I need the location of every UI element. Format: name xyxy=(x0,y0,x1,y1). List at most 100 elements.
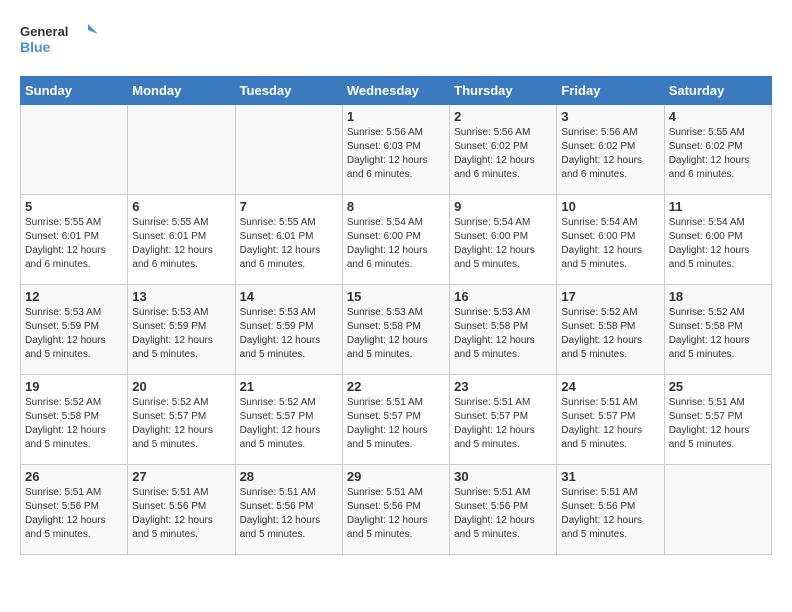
day-number: 9 xyxy=(454,199,552,214)
calendar-cell: 7 Sunrise: 5:55 AM Sunset: 6:01 PM Daylig… xyxy=(235,195,342,285)
day-number: 13 xyxy=(132,289,230,304)
calendar-cell: 19 Sunrise: 5:52 AM Sunset: 5:58 PM Dayli… xyxy=(21,375,128,465)
day-number: 27 xyxy=(132,469,230,484)
calendar-cell: 14 Sunrise: 5:53 AM Sunset: 5:59 PM Dayli… xyxy=(235,285,342,375)
calendar-cell: 2 Sunrise: 5:56 AM Sunset: 6:02 PM Daylig… xyxy=(450,105,557,195)
day-info: Sunrise: 5:53 AM Sunset: 5:59 PM Dayligh… xyxy=(25,306,123,362)
day-number: 24 xyxy=(561,379,659,394)
week-row-1: 5 Sunrise: 5:55 AM Sunset: 6:01 PM Daylig… xyxy=(21,195,772,285)
day-info: Sunrise: 5:51 AM Sunset: 5:56 PM Dayligh… xyxy=(25,486,123,542)
calendar-cell: 30 Sunrise: 5:51 AM Sunset: 5:56 PM Dayli… xyxy=(450,465,557,555)
day-number: 20 xyxy=(132,379,230,394)
calendar-cell: 27 Sunrise: 5:51 AM Sunset: 5:56 PM Dayli… xyxy=(128,465,235,555)
day-info: Sunrise: 5:52 AM Sunset: 5:58 PM Dayligh… xyxy=(561,306,659,362)
day-info: Sunrise: 5:51 AM Sunset: 5:56 PM Dayligh… xyxy=(561,486,659,542)
calendar-cell: 4 Sunrise: 5:55 AM Sunset: 6:02 PM Daylig… xyxy=(664,105,771,195)
day-info: Sunrise: 5:54 AM Sunset: 6:00 PM Dayligh… xyxy=(347,216,445,272)
calendar-cell: 26 Sunrise: 5:51 AM Sunset: 5:56 PM Dayli… xyxy=(21,465,128,555)
day-number: 30 xyxy=(454,469,552,484)
day-info: Sunrise: 5:52 AM Sunset: 5:58 PM Dayligh… xyxy=(25,396,123,452)
calendar-cell: 24 Sunrise: 5:51 AM Sunset: 5:57 PM Dayli… xyxy=(557,375,664,465)
calendar-table: SundayMondayTuesdayWednesdayThursdayFrid… xyxy=(20,76,772,555)
day-info: Sunrise: 5:51 AM Sunset: 5:57 PM Dayligh… xyxy=(347,396,445,452)
day-number: 14 xyxy=(240,289,338,304)
calendar-cell: 16 Sunrise: 5:53 AM Sunset: 5:58 PM Dayli… xyxy=(450,285,557,375)
day-number: 15 xyxy=(347,289,445,304)
day-info: Sunrise: 5:53 AM Sunset: 5:58 PM Dayligh… xyxy=(347,306,445,362)
week-row-3: 19 Sunrise: 5:52 AM Sunset: 5:58 PM Dayli… xyxy=(21,375,772,465)
day-info: Sunrise: 5:51 AM Sunset: 5:56 PM Dayligh… xyxy=(240,486,338,542)
col-header-monday: Monday xyxy=(128,77,235,105)
calendar-cell: 11 Sunrise: 5:54 AM Sunset: 6:00 PM Dayli… xyxy=(664,195,771,285)
day-info: Sunrise: 5:55 AM Sunset: 6:01 PM Dayligh… xyxy=(132,216,230,272)
calendar-cell: 21 Sunrise: 5:52 AM Sunset: 5:57 PM Dayli… xyxy=(235,375,342,465)
day-info: Sunrise: 5:51 AM Sunset: 5:57 PM Dayligh… xyxy=(454,396,552,452)
week-row-2: 12 Sunrise: 5:53 AM Sunset: 5:59 PM Dayli… xyxy=(21,285,772,375)
day-number: 16 xyxy=(454,289,552,304)
calendar-cell: 22Sunrise: 5:51 AM Sunset: 5:57 PM Dayli… xyxy=(342,375,449,465)
day-info: Sunrise: 5:54 AM Sunset: 6:00 PM Dayligh… xyxy=(454,216,552,272)
day-info: Sunrise: 5:51 AM Sunset: 5:56 PM Dayligh… xyxy=(132,486,230,542)
day-info: Sunrise: 5:56 AM Sunset: 6:02 PM Dayligh… xyxy=(454,126,552,182)
day-number: 1 xyxy=(347,109,445,124)
calendar-cell: 28 Sunrise: 5:51 AM Sunset: 5:56 PM Dayli… xyxy=(235,465,342,555)
day-number: 19 xyxy=(25,379,123,394)
logo-svg: General Blue xyxy=(20,20,100,60)
day-info: Sunrise: 5:51 AM Sunset: 5:57 PM Dayligh… xyxy=(561,396,659,452)
day-info: Sunrise: 5:53 AM Sunset: 5:59 PM Dayligh… xyxy=(240,306,338,362)
day-number: 7 xyxy=(240,199,338,214)
col-header-tuesday: Tuesday xyxy=(235,77,342,105)
day-info: Sunrise: 5:51 AM Sunset: 5:56 PM Dayligh… xyxy=(347,486,445,542)
day-number: 10 xyxy=(561,199,659,214)
day-number: 23 xyxy=(454,379,552,394)
week-row-4: 26 Sunrise: 5:51 AM Sunset: 5:56 PM Dayli… xyxy=(21,465,772,555)
day-info: Sunrise: 5:53 AM Sunset: 5:58 PM Dayligh… xyxy=(454,306,552,362)
day-number: 28 xyxy=(240,469,338,484)
day-number: 11 xyxy=(669,199,767,214)
day-info: Sunrise: 5:54 AM Sunset: 6:00 PM Dayligh… xyxy=(669,216,767,272)
calendar-cell: 6 Sunrise: 5:55 AM Sunset: 6:01 PM Daylig… xyxy=(128,195,235,285)
day-number: 21 xyxy=(240,379,338,394)
calendar-cell: 5 Sunrise: 5:55 AM Sunset: 6:01 PM Daylig… xyxy=(21,195,128,285)
calendar-cell xyxy=(664,465,771,555)
day-number: 5 xyxy=(25,199,123,214)
calendar-cell xyxy=(235,105,342,195)
day-info: Sunrise: 5:51 AM Sunset: 5:57 PM Dayligh… xyxy=(669,396,767,452)
calendar-cell: 25Sunrise: 5:51 AM Sunset: 5:57 PM Dayli… xyxy=(664,375,771,465)
calendar-cell xyxy=(128,105,235,195)
day-number: 12 xyxy=(25,289,123,304)
calendar-cell: 8 Sunrise: 5:54 AM Sunset: 6:00 PM Daylig… xyxy=(342,195,449,285)
calendar-cell: 10Sunrise: 5:54 AM Sunset: 6:00 PM Dayli… xyxy=(557,195,664,285)
page-header: General Blue xyxy=(20,20,772,60)
day-number: 26 xyxy=(25,469,123,484)
day-info: Sunrise: 5:52 AM Sunset: 5:57 PM Dayligh… xyxy=(240,396,338,452)
svg-text:Blue: Blue xyxy=(20,39,51,55)
calendar-cell: 23 Sunrise: 5:51 AM Sunset: 5:57 PM Dayli… xyxy=(450,375,557,465)
calendar-cell: 1 Sunrise: 5:56 AM Sunset: 6:03 PM Daylig… xyxy=(342,105,449,195)
day-info: Sunrise: 5:56 AM Sunset: 6:02 PM Dayligh… xyxy=(561,126,659,182)
day-number: 17 xyxy=(561,289,659,304)
day-number: 2 xyxy=(454,109,552,124)
calendar-cell: 18Sunrise: 5:52 AM Sunset: 5:58 PM Dayli… xyxy=(664,285,771,375)
day-number: 8 xyxy=(347,199,445,214)
day-number: 18 xyxy=(669,289,767,304)
calendar-cell: 13 Sunrise: 5:53 AM Sunset: 5:59 PM Dayli… xyxy=(128,285,235,375)
day-info: Sunrise: 5:56 AM Sunset: 6:03 PM Dayligh… xyxy=(347,126,445,182)
day-info: Sunrise: 5:55 AM Sunset: 6:02 PM Dayligh… xyxy=(669,126,767,182)
day-info: Sunrise: 5:53 AM Sunset: 5:59 PM Dayligh… xyxy=(132,306,230,362)
day-number: 6 xyxy=(132,199,230,214)
header-row: SundayMondayTuesdayWednesdayThursdayFrid… xyxy=(21,77,772,105)
col-header-friday: Friday xyxy=(557,77,664,105)
day-number: 4 xyxy=(669,109,767,124)
day-info: Sunrise: 5:55 AM Sunset: 6:01 PM Dayligh… xyxy=(240,216,338,272)
logo: General Blue xyxy=(20,20,100,60)
calendar-cell: 15 Sunrise: 5:53 AM Sunset: 5:58 PM Dayli… xyxy=(342,285,449,375)
calendar-cell xyxy=(21,105,128,195)
svg-text:General: General xyxy=(20,24,68,39)
calendar-cell: 9 Sunrise: 5:54 AM Sunset: 6:00 PM Daylig… xyxy=(450,195,557,285)
day-info: Sunrise: 5:51 AM Sunset: 5:56 PM Dayligh… xyxy=(454,486,552,542)
day-number: 29 xyxy=(347,469,445,484)
day-info: Sunrise: 5:55 AM Sunset: 6:01 PM Dayligh… xyxy=(25,216,123,272)
calendar-cell: 3Sunrise: 5:56 AM Sunset: 6:02 PM Daylig… xyxy=(557,105,664,195)
day-number: 31 xyxy=(561,469,659,484)
